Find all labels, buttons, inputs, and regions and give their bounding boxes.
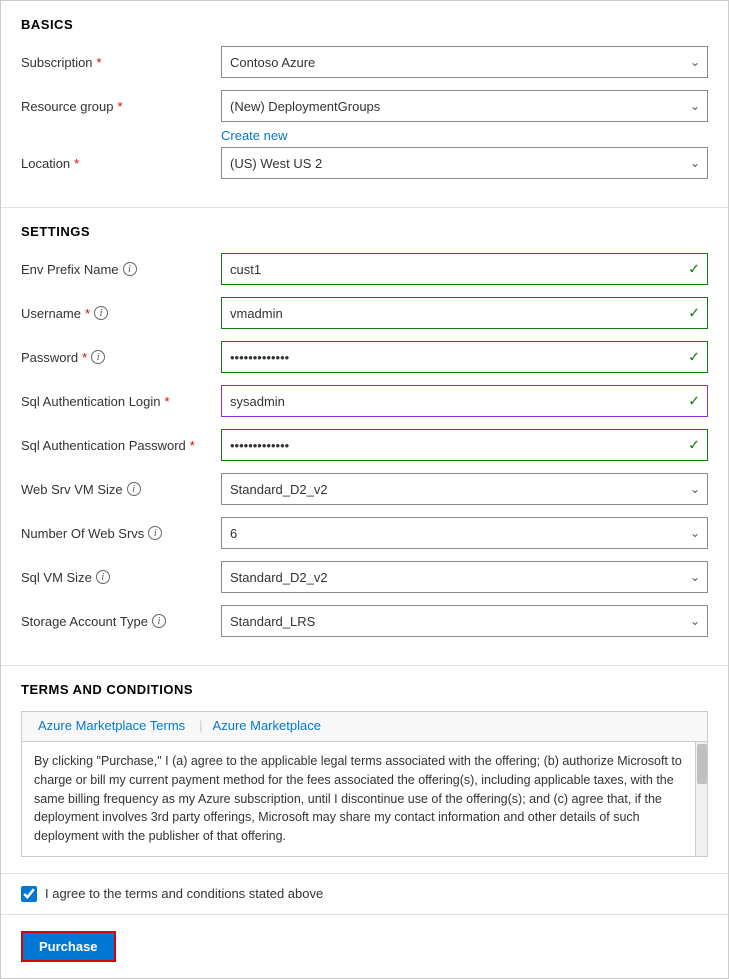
username-wrapper: ✓ [221, 297, 708, 329]
terms-scrollbar-thumb [697, 744, 707, 784]
purchase-section: Purchase [1, 915, 728, 978]
username-info-icon[interactable]: i [94, 306, 108, 320]
resource-group-row: Resource group * (New) DeploymentGroups … [21, 90, 708, 122]
sql-auth-password-required: * [190, 438, 195, 453]
terms-tabs: Azure Marketplace Terms | Azure Marketpl… [22, 712, 707, 742]
main-container: BASICS Subscription * Contoso Azure ⌄ Re… [0, 0, 729, 979]
sql-vm-size-info-icon[interactable]: i [96, 570, 110, 584]
web-srv-vm-size-dropdown[interactable]: Standard_D2_v2 [221, 473, 708, 505]
settings-section: SETTINGS Env Prefix Name i ✓ Username * … [1, 208, 728, 666]
web-srv-vm-size-wrapper: Standard_D2_v2 ⌄ [221, 473, 708, 505]
number-web-srvs-dropdown[interactable]: 6 [221, 517, 708, 549]
subscription-wrapper: Contoso Azure ⌄ [221, 46, 708, 78]
username-required: * [85, 306, 90, 321]
purchase-button[interactable]: Purchase [21, 931, 116, 962]
sql-vm-size-wrapper: Standard_D2_v2 ⌄ [221, 561, 708, 593]
agree-label: I agree to the terms and conditions stat… [45, 886, 323, 901]
resource-group-label: Resource group * [21, 99, 221, 114]
terms-tab-separator: | [197, 712, 204, 741]
terms-tab-azure[interactable]: Azure Marketplace [205, 712, 329, 741]
sql-auth-password-label: Sql Authentication Password * [21, 438, 221, 453]
sql-vm-size-label: Sql VM Size i [21, 570, 221, 585]
number-web-srvs-label: Number Of Web Srvs i [21, 526, 221, 541]
location-required: * [74, 156, 79, 171]
web-srv-vm-size-label: Web Srv VM Size i [21, 482, 221, 497]
env-prefix-wrapper: ✓ [221, 253, 708, 285]
create-new-link[interactable]: Create new [221, 128, 708, 143]
resource-group-dropdown[interactable]: (New) DeploymentGroups [221, 90, 708, 122]
sql-auth-login-row: Sql Authentication Login * ✓ [21, 385, 708, 417]
password-check-icon: ✓ [688, 349, 700, 366]
sql-auth-password-check-icon: ✓ [688, 437, 700, 454]
password-info-icon[interactable]: i [91, 350, 105, 364]
agree-checkbox[interactable] [21, 886, 37, 902]
storage-account-type-info-icon[interactable]: i [152, 614, 166, 628]
sql-vm-size-dropdown[interactable]: Standard_D2_v2 [221, 561, 708, 593]
password-row: Password * i ✓ [21, 341, 708, 373]
location-dropdown[interactable]: (US) West US 2 [221, 147, 708, 179]
number-web-srvs-wrapper: 6 ⌄ [221, 517, 708, 549]
storage-account-type-wrapper: Standard_LRS ⌄ [221, 605, 708, 637]
sql-auth-login-input[interactable] [221, 385, 708, 417]
location-wrapper: (US) West US 2 ⌄ [221, 147, 708, 179]
username-input[interactable] [221, 297, 708, 329]
sql-vm-size-row: Sql VM Size i Standard_D2_v2 ⌄ [21, 561, 708, 593]
terms-section: TERMS AND CONDITIONS Azure Marketplace T… [1, 666, 728, 874]
web-srv-vm-size-row: Web Srv VM Size i Standard_D2_v2 ⌄ [21, 473, 708, 505]
number-web-srvs-info-icon[interactable]: i [148, 526, 162, 540]
sql-auth-login-required: * [165, 394, 170, 409]
terms-scrollbar[interactable] [695, 742, 707, 856]
agree-row: I agree to the terms and conditions stat… [1, 874, 728, 915]
terms-box: Azure Marketplace Terms | Azure Marketpl… [21, 711, 708, 857]
env-prefix-check-icon: ✓ [688, 261, 700, 278]
env-prefix-input[interactable] [221, 253, 708, 285]
env-prefix-label: Env Prefix Name i [21, 262, 221, 277]
subscription-required: * [97, 55, 102, 70]
terms-tab-marketplace[interactable]: Azure Marketplace Terms [30, 712, 193, 741]
subscription-label: Subscription * [21, 55, 221, 70]
storage-account-type-row: Storage Account Type i Standard_LRS ⌄ [21, 605, 708, 637]
storage-account-type-dropdown[interactable]: Standard_LRS [221, 605, 708, 637]
basics-section: BASICS Subscription * Contoso Azure ⌄ Re… [1, 1, 728, 208]
terms-content-text: By clicking "Purchase," I (a) agree to t… [22, 742, 707, 856]
username-label: Username * i [21, 306, 221, 321]
subscription-dropdown[interactable]: Contoso Azure [221, 46, 708, 78]
sql-auth-login-label: Sql Authentication Login * [21, 394, 221, 409]
sql-auth-login-wrapper: ✓ [221, 385, 708, 417]
location-label: Location * [21, 156, 221, 171]
username-check-icon: ✓ [688, 305, 700, 322]
password-label: Password * i [21, 350, 221, 365]
resource-group-required: * [118, 99, 123, 114]
basics-title: BASICS [21, 17, 708, 32]
sql-auth-password-input[interactable] [221, 429, 708, 461]
location-row: Location * (US) West US 2 ⌄ [21, 147, 708, 179]
web-srv-vm-size-info-icon[interactable]: i [127, 482, 141, 496]
username-row: Username * i ✓ [21, 297, 708, 329]
resource-group-wrapper: (New) DeploymentGroups ⌄ [221, 90, 708, 122]
env-prefix-row: Env Prefix Name i ✓ [21, 253, 708, 285]
terms-title: TERMS AND CONDITIONS [21, 682, 708, 697]
env-prefix-info-icon[interactable]: i [123, 262, 137, 276]
number-web-srvs-row: Number Of Web Srvs i 6 ⌄ [21, 517, 708, 549]
storage-account-type-label: Storage Account Type i [21, 614, 221, 629]
password-required: * [82, 350, 87, 365]
password-wrapper: ✓ [221, 341, 708, 373]
settings-title: SETTINGS [21, 224, 708, 239]
sql-auth-login-check-icon: ✓ [688, 393, 700, 410]
sql-auth-password-wrapper: ✓ [221, 429, 708, 461]
terms-content-area: By clicking "Purchase," I (a) agree to t… [22, 742, 707, 856]
sql-auth-password-row: Sql Authentication Password * ✓ [21, 429, 708, 461]
subscription-row: Subscription * Contoso Azure ⌄ [21, 46, 708, 78]
password-input[interactable] [221, 341, 708, 373]
